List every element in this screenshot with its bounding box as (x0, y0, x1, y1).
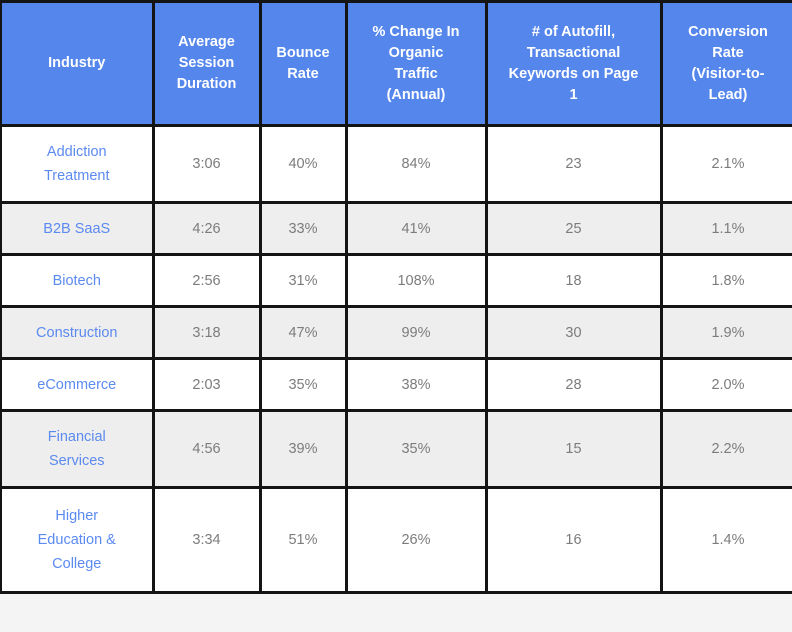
column-header-line: 1 (569, 86, 578, 103)
session-duration-cell: 2:56 (153, 254, 262, 308)
industry-cell[interactable]: B2B SaaS (1, 202, 155, 256)
industry-link[interactable]: Higher Education & College (8, 504, 146, 576)
conversion-rate-cell: 1.9% (661, 306, 792, 360)
bounce-rate-cell: 39% (260, 410, 348, 489)
conversion-rate-cell: 2.2% (661, 410, 792, 489)
industry-link[interactable]: eCommerce (8, 373, 146, 397)
organic-traffic-change-cell: 108% (346, 254, 488, 308)
industry-link[interactable]: B2B SaaS (8, 217, 146, 241)
column-header-line: Rate (287, 65, 319, 82)
session-duration-cell: 3:06 (153, 125, 262, 204)
industry-link-line: Financial (47, 429, 106, 445)
column-header-industry: Industry (1, 1, 155, 127)
organic-traffic-change-cell: 99% (346, 306, 488, 360)
column-header-line: Bounce (276, 44, 330, 61)
industry-link[interactable]: Biotech (8, 269, 146, 293)
column-header-line: Conversion (688, 23, 768, 40)
industry-benchmarks-table: Industry Average Session Duration Bounce Ra… (0, 0, 792, 594)
industry-link-line: B2B SaaS (43, 220, 111, 237)
industry-link-line: Services (48, 453, 105, 469)
table-row: Higher Education & College 3:34 51% 26% 16 1.4% (1, 487, 792, 594)
industry-link-line: Higher (55, 508, 99, 524)
bounce-rate-cell: 33% (260, 202, 348, 256)
session-duration-cell: 3:18 (153, 306, 262, 360)
column-header-line: (Visitor-to- (691, 65, 765, 82)
column-header-autofill-keywords: # of Autofill, Transactional Keywords on P… (486, 1, 663, 127)
industry-link[interactable]: Addiction Treatment (8, 140, 146, 188)
industry-link-line: Construction (36, 324, 118, 341)
session-duration-cell: 4:26 (153, 202, 262, 256)
column-header-line: Duration (176, 76, 237, 92)
column-header-line: Average (178, 34, 235, 50)
column-header-average-session-duration: Average Session Duration (153, 1, 262, 127)
industry-cell[interactable]: Addiction Treatment (1, 125, 155, 204)
table-header: Industry Average Session Duration Bounce Ra… (1, 1, 792, 127)
autofill-keywords-cell: 25 (486, 202, 663, 256)
column-header-line: Transactional (526, 44, 621, 61)
conversion-rate-cell: 1.4% (661, 487, 792, 594)
industry-link-line: Biotech (52, 272, 101, 289)
table-header-row: Industry Average Session Duration Bounce Ra… (1, 1, 792, 127)
column-header-bounce-rate: Bounce Rate (260, 1, 348, 127)
autofill-keywords-cell: 28 (486, 358, 663, 412)
bounce-rate-cell: 31% (260, 254, 348, 308)
column-header-line: # of Autofill, (531, 23, 616, 40)
column-header-organic-traffic-change: % Change In Organic Traffic (Annual) (346, 1, 488, 127)
column-header-line: Lead) (708, 86, 748, 103)
table-row: Addiction Treatment 3:06 40% 84% 23 2.1% (1, 125, 792, 204)
table-row: eCommerce 2:03 35% 38% 28 2.0% (1, 358, 792, 412)
autofill-keywords-cell: 15 (486, 410, 663, 489)
column-header-line: (Annual) (386, 86, 446, 103)
column-header-conversion-rate: Conversion Rate (Visitor-to- Lead) (661, 1, 792, 127)
industry-cell[interactable]: Higher Education & College (1, 487, 155, 594)
conversion-rate-cell: 2.1% (661, 125, 792, 204)
conversion-rate-cell: 1.1% (661, 202, 792, 256)
industry-link[interactable]: Financial Services (8, 425, 146, 473)
session-duration-cell: 2:03 (153, 358, 262, 412)
column-header-line: % Change In (372, 23, 460, 40)
organic-traffic-change-cell: 41% (346, 202, 488, 256)
industry-cell[interactable]: Biotech (1, 254, 155, 308)
industry-benchmarks-table-container: Industry Average Session Duration Bounce Ra… (0, 0, 792, 632)
autofill-keywords-cell: 18 (486, 254, 663, 308)
organic-traffic-change-cell: 84% (346, 125, 488, 204)
autofill-keywords-cell: 23 (486, 125, 663, 204)
bounce-rate-cell: 51% (260, 487, 348, 594)
conversion-rate-cell: 2.0% (661, 358, 792, 412)
column-header-line: Rate (712, 44, 744, 61)
industry-link-line: Addiction (46, 144, 107, 160)
bounce-rate-cell: 40% (260, 125, 348, 204)
session-duration-cell: 4:56 (153, 410, 262, 489)
industry-cell[interactable]: Financial Services (1, 410, 155, 489)
industry-cell[interactable]: Construction (1, 306, 155, 360)
table-body: Addiction Treatment 3:06 40% 84% 23 2.1% B2B Sa… (1, 125, 792, 594)
bounce-rate-cell: 35% (260, 358, 348, 412)
industry-cell[interactable]: eCommerce (1, 358, 155, 412)
table-row: B2B SaaS 4:26 33% 41% 25 1.1% (1, 202, 792, 256)
column-header-line: Session (178, 55, 235, 71)
session-duration-cell: 3:34 (153, 487, 262, 594)
autofill-keywords-cell: 16 (486, 487, 663, 594)
industry-link[interactable]: Construction (8, 321, 146, 345)
table-row: Financial Services 4:56 39% 35% 15 2.2% (1, 410, 792, 489)
column-header-line: Traffic (394, 65, 438, 82)
organic-traffic-change-cell: 26% (346, 487, 488, 594)
autofill-keywords-cell: 30 (486, 306, 663, 360)
industry-link-line: Treatment (43, 168, 110, 184)
column-header-line: Organic (388, 44, 444, 61)
industry-link-line: Education & (37, 532, 116, 548)
bounce-rate-cell: 47% (260, 306, 348, 360)
column-header-line: Keywords on Page (508, 65, 639, 82)
conversion-rate-cell: 1.8% (661, 254, 792, 308)
organic-traffic-change-cell: 35% (346, 410, 488, 489)
column-header-line: Industry (48, 55, 106, 71)
industry-link-line: College (52, 556, 102, 572)
table-row: Biotech 2:56 31% 108% 18 1.8% (1, 254, 792, 308)
organic-traffic-change-cell: 38% (346, 358, 488, 412)
industry-link-line: eCommerce (37, 376, 117, 393)
table-row: Construction 3:18 47% 99% 30 1.9% (1, 306, 792, 360)
